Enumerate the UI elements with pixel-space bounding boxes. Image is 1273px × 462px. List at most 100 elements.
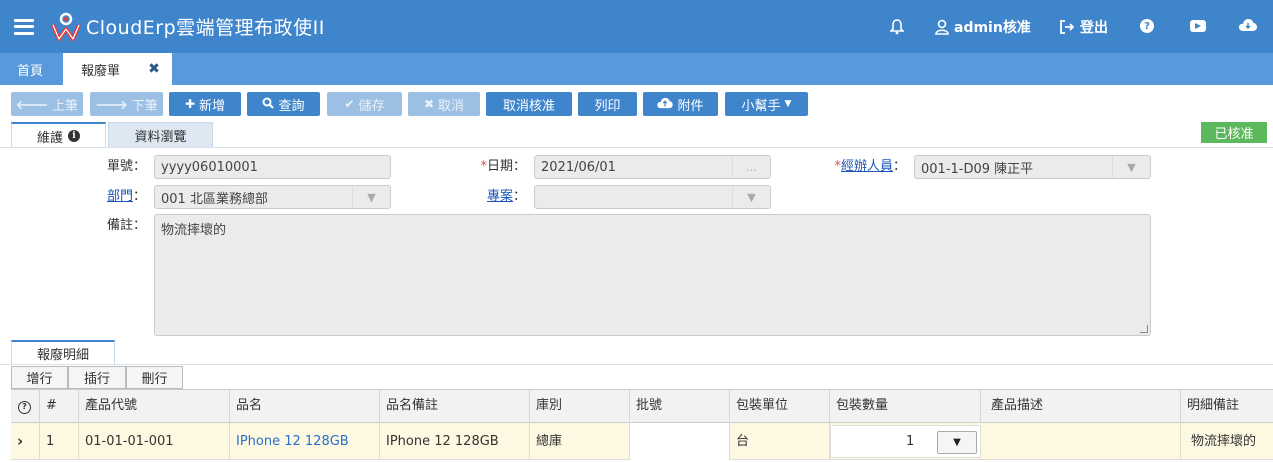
tab-maintain-label: 維護	[36, 130, 63, 146]
attach-label: 附件	[677, 98, 704, 114]
handler-select[interactable]: 001-1-D09 陳正平 ▼	[914, 155, 1151, 179]
divider	[0, 147, 1273, 148]
logout-button[interactable]: 登出	[1060, 17, 1108, 37]
top-bar: CloudErp雲端管理布政使II admin核准 登出 ?	[0, 0, 1273, 53]
query-label: 查詢	[278, 98, 305, 114]
cell-product-name[interactable]: IPhone 12 128GB	[230, 423, 380, 460]
save-label: 儲存	[358, 98, 385, 114]
chevron-down-icon[interactable]: ▼	[1112, 156, 1150, 178]
next-button[interactable]: 🡒 下筆	[90, 92, 163, 116]
remark-label: 備註：	[60, 215, 146, 237]
help-icon[interactable]: ?	[1140, 19, 1154, 33]
col-product-code: 產品代號	[79, 389, 230, 423]
tab-label: 報廢單	[81, 63, 121, 79]
cell-detail-note[interactable]: 物流摔壞的	[1181, 423, 1273, 460]
divider	[0, 364, 1273, 365]
save-button[interactable]: ✔ 儲存	[327, 92, 402, 116]
user-menu[interactable]: admin核准	[935, 17, 1031, 37]
insert-row-button[interactable]: 插行	[68, 366, 126, 389]
chevron-down-icon[interactable]: ▼	[352, 186, 390, 208]
delete-row-button[interactable]: 刪行	[126, 366, 183, 389]
handler-link[interactable]: 經辦人員	[841, 159, 893, 174]
add-button[interactable]: ✚ 新增	[169, 92, 241, 116]
remark-value: 物流摔壞的	[161, 223, 227, 238]
cell-warehouse[interactable]: 總庫	[530, 423, 630, 460]
date-value: 2021/06/01	[541, 159, 616, 175]
doc-no-label-text: 單號：	[106, 159, 146, 174]
cell-product-code[interactable]: 01-01-01-001	[79, 423, 230, 460]
prev-button[interactable]: 🡐 上筆	[11, 92, 83, 116]
cell-batch[interactable]	[630, 423, 730, 460]
attach-button[interactable]: 附件	[643, 92, 718, 116]
date-field[interactable]: 2021/06/01 ...	[534, 155, 771, 179]
arrow-left-icon: 🡐	[15, 97, 49, 112]
cloud-upload-icon	[657, 97, 674, 112]
tab-scrap-detail[interactable]: 報廢明細	[11, 340, 115, 365]
project-link[interactable]: 專案	[487, 189, 513, 204]
add-row-button[interactable]: 增行	[11, 366, 68, 389]
info-icon: i	[68, 130, 80, 142]
cancel-label: 取消	[438, 98, 465, 114]
cell-unit[interactable]: 台	[730, 423, 830, 460]
col-desc: 產品描述	[981, 389, 1181, 423]
search-icon	[262, 97, 275, 112]
cell-index: 1	[40, 423, 79, 460]
menu-icon[interactable]	[14, 18, 34, 35]
cell-desc[interactable]	[981, 423, 1181, 460]
project-label: 專案：	[440, 186, 526, 208]
logout-icon	[1060, 20, 1075, 34]
cloud-download-icon[interactable]	[1239, 18, 1257, 32]
col-qty: 包裝數量	[830, 389, 981, 423]
caret-down-icon: ▼	[784, 99, 792, 109]
tab-browse-label: 資料瀏覽	[134, 129, 187, 145]
doc-no-field[interactable]: yyyy06010001	[154, 155, 391, 179]
dept-value: 001 北區業務總部	[161, 191, 268, 207]
dept-label: 部門：	[60, 186, 146, 208]
dept-link[interactable]: 部門	[107, 189, 133, 204]
col-batch: 批號	[630, 389, 730, 423]
helper-label: 小幫手	[741, 98, 781, 114]
row-selector-icon[interactable]: ›	[11, 423, 40, 460]
tab-home[interactable]: 首頁	[0, 53, 60, 85]
remark-textarea[interactable]: 物流摔壞的	[154, 214, 1151, 336]
print-button[interactable]: 列印	[578, 92, 637, 116]
tab-maintain[interactable]: 維護 i	[11, 122, 106, 148]
app-title: CloudErp雲端管理布政使II	[86, 17, 325, 39]
tab-browse[interactable]: 資料瀏覽	[108, 122, 213, 148]
qty-dropdown-button[interactable]: ▼	[937, 431, 977, 454]
bell-icon[interactable]	[887, 18, 907, 35]
col-product-name: 品名	[230, 389, 380, 423]
handler-value: 001-1-D09 陳正平	[921, 161, 1034, 177]
cell-qty[interactable]: 1	[900, 423, 933, 460]
tab-strip: 首頁 報廢單 ✖	[0, 53, 1273, 85]
status-badge: 已核准	[1201, 122, 1267, 143]
youtube-icon[interactable]	[1190, 20, 1206, 32]
help-icon[interactable]: ?	[11, 389, 40, 423]
dept-select[interactable]: 001 北區業務總部 ▼	[154, 185, 391, 209]
project-select[interactable]: ▼	[534, 185, 771, 209]
doc-no-label: 單號：	[60, 156, 146, 178]
add-label: 新增	[199, 98, 226, 114]
resize-handle[interactable]	[1140, 325, 1148, 333]
next-label: 下筆	[131, 98, 158, 114]
helper-button[interactable]: 小幫手 ▼	[725, 92, 808, 116]
query-button[interactable]: 查詢	[247, 92, 320, 116]
unapprove-label: 取消核准	[502, 98, 555, 114]
plus-icon: ✚	[184, 97, 196, 111]
cancel-button[interactable]: ✖ 取消	[408, 92, 480, 116]
close-icon[interactable]: ✖	[147, 62, 161, 76]
arrow-right-icon: 🡒	[95, 97, 128, 112]
user-icon	[935, 19, 949, 35]
col-detail-note: 明細備註	[1187, 398, 1240, 413]
print-label: 列印	[594, 98, 621, 114]
date-picker-button[interactable]: ...	[732, 156, 770, 178]
chevron-down-icon[interactable]: ▼	[732, 186, 770, 208]
cell-name-note[interactable]: IPhone 12 128GB	[380, 423, 530, 460]
col-warehouse: 庫別	[530, 389, 630, 423]
tab-scrap-order[interactable]: 報廢單 ✖	[63, 53, 172, 85]
unapprove-button[interactable]: 取消核准	[486, 92, 572, 116]
prev-label: 上筆	[52, 98, 79, 114]
user-name: admin核准	[954, 20, 1031, 36]
col-unit: 包裝單位	[730, 389, 830, 423]
date-label-text: 日期：	[486, 159, 526, 174]
